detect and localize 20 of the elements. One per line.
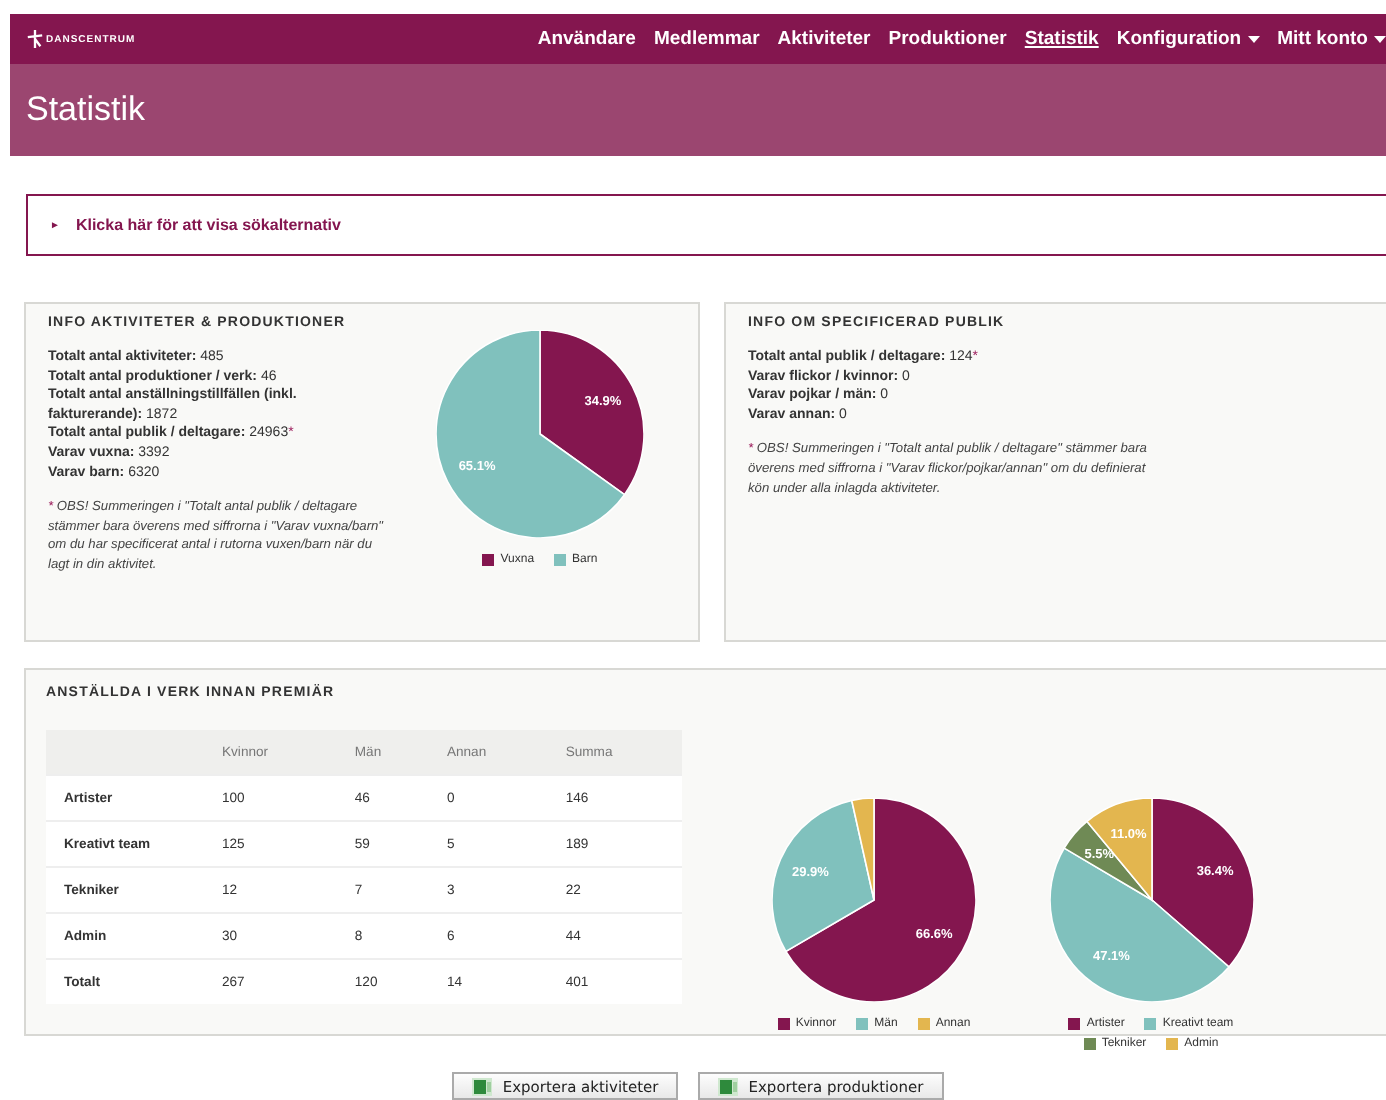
nav-link[interactable]: Mitt konto — [1277, 28, 1386, 50]
legend-swatch — [482, 554, 495, 566]
legend-swatch — [917, 1018, 930, 1030]
spreadsheet-icon — [718, 1077, 739, 1095]
legend-swatch — [856, 1018, 869, 1030]
legend-swatch — [1166, 1038, 1179, 1050]
nav-link[interactable]: Konfiguration — [1116, 28, 1260, 50]
nav-link[interactable]: Aktiviteter — [777, 28, 871, 50]
nav-link[interactable]: Statistik — [1024, 28, 1099, 50]
nav-link[interactable]: Produktioner — [888, 28, 1007, 50]
page-title: Statistik — [26, 90, 146, 130]
nav-link[interactable]: Användare — [537, 28, 636, 50]
dancer-icon — [26, 30, 44, 48]
legend-swatch — [554, 554, 567, 566]
nav-link[interactable]: Medlemmar — [653, 28, 760, 50]
spreadsheet-icon — [472, 1077, 493, 1095]
legend-swatch — [1068, 1018, 1081, 1030]
legend-swatch — [1083, 1038, 1096, 1050]
legend-swatch — [777, 1018, 790, 1030]
legend-swatch — [1144, 1018, 1157, 1030]
